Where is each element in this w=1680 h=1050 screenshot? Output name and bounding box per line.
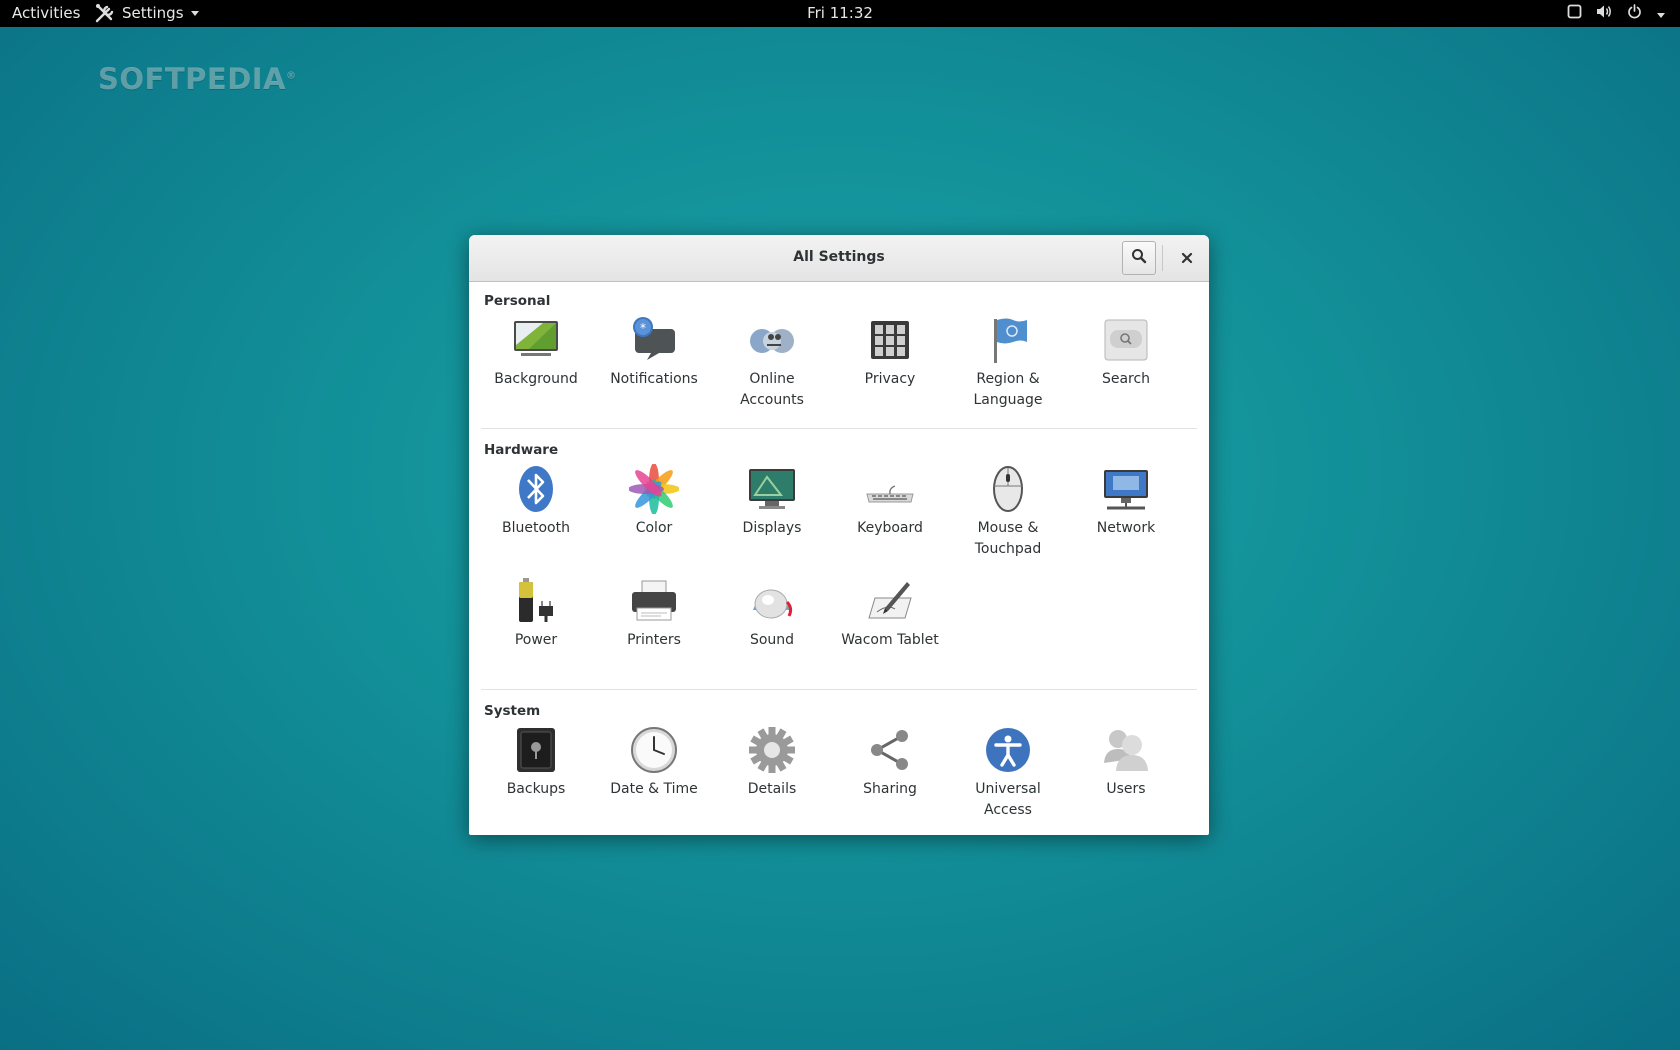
settings-item-search[interactable]: Search	[1067, 315, 1185, 390]
settings-item-network[interactable]: Network	[1067, 464, 1185, 539]
settings-item-label: Mouse & Touchpad	[974, 520, 1042, 557]
settings-item-label: Online Accounts	[740, 371, 804, 408]
settings-item-color[interactable]: Color	[595, 464, 713, 539]
settings-item-mouse-touchpad[interactable]: Mouse & Touchpad	[949, 464, 1067, 560]
settings-item-region-language[interactable]: Region & Language	[949, 315, 1067, 411]
settings-item-label: Details	[747, 781, 797, 797]
settings-item-notifications[interactable]: * Notifications	[595, 315, 713, 390]
system-tray[interactable]	[1567, 4, 1666, 23]
settings-item-sound[interactable]: Sound	[713, 576, 831, 651]
section-divider	[481, 689, 1197, 690]
sharing-icon	[871, 730, 908, 770]
settings-item-keyboard[interactable]: Keyboard	[831, 464, 949, 539]
settings-item-label: Backups	[506, 781, 566, 797]
settings-item-label: Sharing	[863, 781, 917, 797]
users-icon	[1104, 730, 1148, 771]
settings-item-date-time[interactable]: Date & Time	[595, 725, 713, 800]
settings-item-power[interactable]: Power	[477, 576, 595, 651]
header-separator	[1162, 245, 1163, 271]
chevron-down-icon[interactable]	[1656, 5, 1666, 23]
settings-item-universal-access[interactable]: Universal Access	[949, 725, 1067, 821]
section-heading: Personal	[484, 293, 551, 309]
settings-window: All Settings Personal Background * Notif…	[469, 235, 1209, 835]
close-icon	[1181, 249, 1193, 268]
keyboard-icon	[866, 485, 914, 503]
section-heading: Hardware	[484, 442, 559, 458]
settings-item-backups[interactable]: Backups	[477, 725, 595, 800]
settings-item-label: Notifications	[610, 371, 698, 387]
settings-item-label: Printers	[627, 632, 681, 648]
date-time-icon	[631, 727, 677, 773]
settings-item-label: Date & Time	[610, 781, 698, 797]
notifications-icon: *	[633, 317, 675, 360]
settings-item-label: Displays	[742, 520, 802, 536]
settings-item-label: Search	[1101, 371, 1151, 387]
settings-item-label: Keyboard	[857, 520, 923, 536]
settings-item-label: Color	[635, 520, 673, 536]
settings-item-label: Power	[514, 632, 558, 648]
displays-icon	[749, 469, 795, 509]
svg-text:*: *	[640, 321, 646, 335]
chevron-down-icon	[190, 9, 200, 17]
settings-item-sharing[interactable]: Sharing	[831, 725, 949, 800]
settings-item-label: Universal Access	[975, 781, 1041, 818]
softpedia-watermark: SOFTPEDIA®	[98, 62, 297, 96]
volume-icon[interactable]	[1596, 4, 1613, 23]
wacom-tablet-icon	[868, 582, 912, 619]
power-menu-icon[interactable]	[1627, 4, 1642, 23]
settings-item-details[interactable]: Details	[713, 725, 831, 800]
settings-item-background[interactable]: Background	[477, 315, 595, 390]
app-menu-label: Settings	[122, 4, 184, 22]
section-divider	[481, 428, 1197, 429]
color-icon	[629, 464, 679, 514]
online-accounts-icon	[750, 329, 794, 353]
settings-item-label: Users	[1106, 781, 1146, 797]
settings-item-displays[interactable]: Displays	[713, 464, 831, 539]
close-button[interactable]	[1175, 246, 1199, 270]
settings-item-label: Sound	[749, 632, 795, 648]
background-icon	[514, 321, 558, 356]
settings-item-label: Privacy	[864, 371, 916, 387]
settings-tools-icon	[94, 3, 116, 23]
search-button[interactable]	[1122, 241, 1156, 275]
watermark-text: SOFTPEDIA	[98, 62, 287, 96]
privacy-icon	[871, 321, 909, 359]
clock[interactable]: Fri 11:32	[807, 4, 873, 22]
settings-item-label: Background	[494, 371, 578, 387]
activities-button[interactable]: Activities	[12, 4, 80, 22]
window-icon[interactable]	[1567, 4, 1582, 23]
settings-item-label: Bluetooth	[502, 520, 570, 536]
printers-icon	[632, 580, 676, 621]
region-language-icon	[994, 318, 1027, 363]
magnifier-icon	[1131, 248, 1147, 268]
details-icon	[749, 727, 795, 773]
power-icon	[519, 578, 553, 622]
settings-item-bluetooth[interactable]: Bluetooth	[477, 464, 595, 539]
bluetooth-icon	[519, 466, 553, 512]
settings-item-label: Wacom Tablet	[841, 632, 939, 648]
header-bar: All Settings	[469, 235, 1209, 282]
section-heading: System	[484, 703, 541, 719]
settings-item-printers[interactable]: Printers	[595, 576, 713, 651]
universal-access-icon	[986, 728, 1030, 772]
mouse-icon	[993, 466, 1023, 512]
top-bar: Activities Settings Fri 11:32	[0, 0, 1680, 27]
window-title: All Settings	[793, 249, 885, 265]
settings-item-users[interactable]: Users	[1067, 725, 1185, 800]
settings-item-wacom-tablet[interactable]: Wacom Tablet	[831, 576, 949, 651]
network-icon	[1104, 470, 1148, 510]
settings-item-online-accounts[interactable]: Online Accounts	[713, 315, 831, 411]
app-menu-button[interactable]: Settings	[94, 3, 200, 23]
sound-icon	[753, 589, 793, 619]
backups-icon	[517, 728, 555, 772]
search-icon	[1104, 319, 1148, 361]
settings-item-label: Network	[1096, 520, 1156, 536]
settings-item-label: Region & Language	[973, 371, 1043, 408]
settings-item-privacy[interactable]: Privacy	[831, 315, 949, 390]
